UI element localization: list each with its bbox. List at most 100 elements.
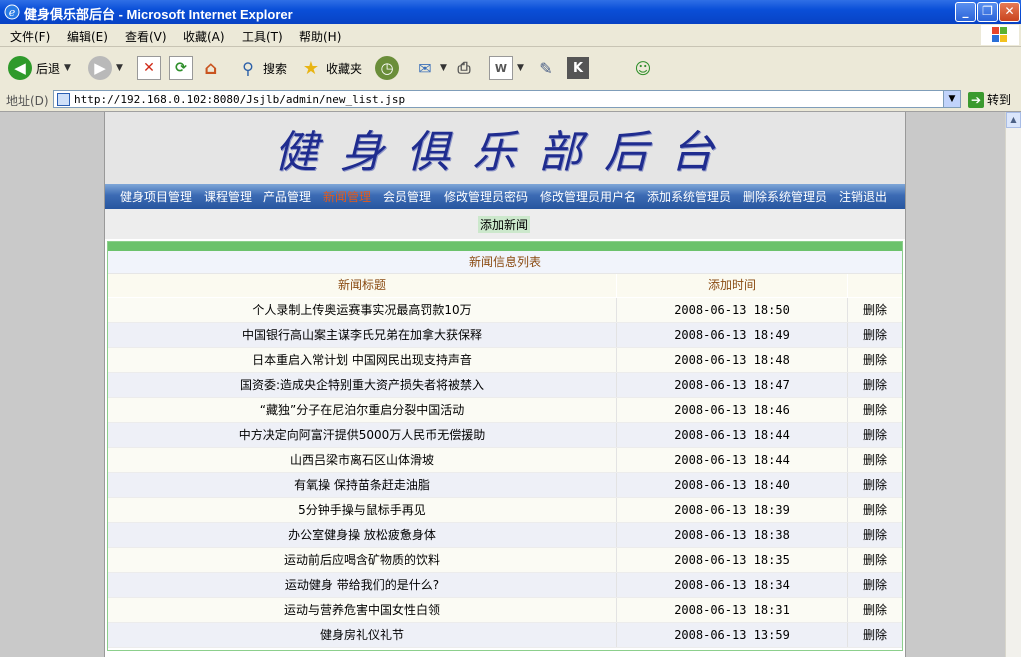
table-row: 有氧操 保持苗条赶走油脂 2008-06-13 18:40 删除 bbox=[108, 473, 902, 498]
nav-news[interactable]: 新闻管理 bbox=[323, 188, 371, 205]
title-bar: e 健身俱乐部后台 - Microsoft Internet Explorer … bbox=[0, 0, 1021, 24]
toolbar: ◀ 后退 ▼ ▶ ▼ ✕ ⟳ ⌂ ⚲ 搜索 ★ 收藏夹 ◷ ✉ ▼ ⎙ W ▼ … bbox=[0, 47, 1021, 90]
delete-link[interactable]: 删除 bbox=[848, 498, 902, 522]
mail-button[interactable]: ✉ ▼ bbox=[414, 55, 447, 81]
menu-edit[interactable]: 编辑(E) bbox=[67, 28, 108, 45]
home-button[interactable]: ⌂ bbox=[200, 55, 222, 81]
delete-link[interactable]: 删除 bbox=[848, 598, 902, 622]
table-row: 运动健身 带给我们的是什么? 2008-06-13 18:34 删除 bbox=[108, 573, 902, 598]
nav-add-admin[interactable]: 添加系统管理员 bbox=[647, 188, 731, 205]
go-arrow-icon: ➔ bbox=[968, 91, 984, 108]
table-row: 办公室健身操 放松疲惫身体 2008-06-13 18:38 删除 bbox=[108, 523, 902, 548]
table-row: 5分钟手操与鼠标手再见 2008-06-13 18:39 删除 bbox=[108, 498, 902, 523]
refresh-button[interactable]: ⟳ bbox=[169, 55, 193, 81]
news-title-cell: “藏独”分子在尼泊尔重启分裂中国活动 bbox=[259, 403, 465, 417]
menu-help[interactable]: 帮助(H) bbox=[299, 28, 341, 45]
address-input[interactable]: http://192.168.0.102:8080/Jsjlb/admin/ne… bbox=[53, 90, 961, 108]
list-top-strip bbox=[108, 242, 902, 251]
go-label: 转到 bbox=[987, 93, 1012, 107]
delete-link[interactable]: 删除 bbox=[848, 298, 902, 322]
k-button[interactable]: K bbox=[567, 55, 589, 81]
favorites-button[interactable]: ★ 收藏夹 bbox=[300, 55, 362, 81]
menu-file[interactable]: 文件(F) bbox=[10, 28, 50, 45]
delete-link[interactable]: 删除 bbox=[848, 523, 902, 547]
nav-products[interactable]: 产品管理 bbox=[263, 188, 311, 205]
stop-icon: ✕ bbox=[137, 56, 161, 80]
scroll-up-icon[interactable]: ▲ bbox=[1006, 112, 1021, 128]
window-title: 健身俱乐部后台 - Microsoft Internet Explorer bbox=[24, 7, 293, 22]
menu-favorites[interactable]: 收藏(A) bbox=[183, 28, 225, 45]
delete-link[interactable]: 删除 bbox=[848, 473, 902, 497]
table-row: 运动与营养危害中国女性白领 2008-06-13 18:31 删除 bbox=[108, 598, 902, 623]
news-time-cell: 2008-06-13 18:44 bbox=[674, 453, 790, 467]
nav-logout[interactable]: 注销退出 bbox=[839, 188, 887, 205]
news-title-cell: 国资委:造成央企特别重大资产损失者将被禁入 bbox=[239, 378, 485, 392]
vertical-scrollbar[interactable]: ▲ bbox=[1005, 112, 1021, 657]
discuss-icon: ✎ bbox=[539, 58, 553, 78]
forward-button[interactable]: ▶ ▼ bbox=[88, 55, 123, 81]
delete-link[interactable]: 删除 bbox=[848, 373, 902, 397]
news-time-cell: 2008-06-13 18:40 bbox=[674, 478, 790, 492]
history-icon: ◷ bbox=[375, 56, 399, 80]
address-dropdown-icon[interactable]: ▼ bbox=[943, 91, 960, 107]
delete-link[interactable]: 删除 bbox=[848, 348, 902, 372]
chevron-down-icon[interactable]: ▼ bbox=[440, 63, 447, 73]
table-row: “藏独”分子在尼泊尔重启分裂中国活动 2008-06-13 18:46 删除 bbox=[108, 398, 902, 423]
table-row: 中国银行高山案主谋李氏兄弟在加拿大获保释 2008-06-13 18:49 删除 bbox=[108, 323, 902, 348]
messenger-icon: ☺ bbox=[634, 58, 652, 78]
header-news-title: 新闻标题 bbox=[108, 274, 616, 297]
table-row: 山西吕梁市离石区山体滑坡 2008-06-13 18:44 删除 bbox=[108, 448, 902, 473]
news-time-cell: 2008-06-13 13:59 bbox=[674, 628, 790, 642]
page-icon bbox=[57, 93, 70, 106]
back-button[interactable]: ◀ 后退 ▼ bbox=[8, 55, 71, 81]
discuss-button[interactable]: ✎ bbox=[535, 55, 557, 81]
back-label: 后退 bbox=[36, 61, 61, 76]
delete-link[interactable]: 删除 bbox=[848, 573, 902, 597]
mail-icon: ✉ bbox=[418, 58, 432, 78]
minimize-button[interactable]: _ bbox=[955, 2, 976, 22]
delete-link[interactable]: 删除 bbox=[848, 448, 902, 472]
edit-button[interactable]: W ▼ bbox=[489, 55, 524, 81]
print-button[interactable]: ⎙ bbox=[453, 55, 475, 81]
nav-members[interactable]: 会员管理 bbox=[383, 188, 431, 205]
menu-view[interactable]: 查看(V) bbox=[125, 28, 167, 45]
add-news-link[interactable]: 添加新闻 bbox=[478, 216, 531, 233]
search-label: 搜索 bbox=[263, 61, 288, 76]
search-button[interactable]: ⚲ 搜索 bbox=[237, 55, 287, 81]
chevron-down-icon[interactable]: ▼ bbox=[64, 63, 71, 73]
news-time-cell: 2008-06-13 18:35 bbox=[674, 553, 790, 567]
close-button[interactable]: ✕ bbox=[999, 2, 1020, 22]
history-button[interactable]: ◷ bbox=[375, 55, 399, 81]
header-add-time: 添加时间 bbox=[617, 274, 847, 297]
table-row: 国资委:造成央企特别重大资产损失者将被禁入 2008-06-13 18:47 删除 bbox=[108, 373, 902, 398]
address-label: 地址(D) bbox=[6, 94, 49, 108]
delete-link[interactable]: 删除 bbox=[848, 398, 902, 422]
delete-link[interactable]: 删除 bbox=[848, 623, 902, 647]
maximize-button[interactable]: ❐ bbox=[977, 2, 998, 22]
go-button[interactable]: ➔ 转到 bbox=[968, 91, 1011, 108]
back-icon: ◀ bbox=[8, 56, 32, 80]
nav-delete-admin[interactable]: 删除系统管理员 bbox=[743, 188, 827, 205]
nav-courses[interactable]: 课程管理 bbox=[204, 188, 252, 205]
delete-link[interactable]: 删除 bbox=[848, 323, 902, 347]
delete-link[interactable]: 删除 bbox=[848, 423, 902, 447]
menu-bar: 文件(F) 编辑(E) 查看(V) 收藏(A) 工具(T) 帮助(H) bbox=[0, 24, 1021, 47]
delete-link[interactable]: 删除 bbox=[848, 548, 902, 572]
sub-bar: 添加新闻 bbox=[105, 209, 905, 239]
menu-tools[interactable]: 工具(T) bbox=[242, 28, 283, 45]
news-time-cell: 2008-06-13 18:39 bbox=[674, 503, 790, 517]
address-bar: 地址(D) http://192.168.0.102:8080/Jsjlb/ad… bbox=[0, 89, 1021, 112]
chevron-down-icon[interactable]: ▼ bbox=[517, 63, 524, 73]
news-title-cell: 5分钟手操与鼠标手再见 bbox=[298, 503, 426, 517]
favorites-icon: ★ bbox=[302, 57, 320, 79]
table-row: 中方决定向阿富汗提供5000万人民币无偿援助 2008-06-13 18:44 删除 bbox=[108, 423, 902, 448]
nav-change-admin-username[interactable]: 修改管理员用户名 bbox=[540, 188, 636, 205]
news-time-cell: 2008-06-13 18:47 bbox=[674, 378, 790, 392]
browser-viewport: 健身俱乐部后台 健身项目管理 课程管理 产品管理 新闻管理 会员管理 修改管理员… bbox=[0, 112, 1005, 657]
messenger-button[interactable]: ☺ bbox=[632, 55, 654, 81]
chevron-down-icon[interactable]: ▼ bbox=[116, 63, 123, 73]
nav-fitness-projects[interactable]: 健身项目管理 bbox=[120, 188, 192, 205]
page-content: 健身俱乐部后台 健身项目管理 课程管理 产品管理 新闻管理 会员管理 修改管理员… bbox=[104, 112, 906, 657]
nav-change-admin-password[interactable]: 修改管理员密码 bbox=[444, 188, 528, 205]
stop-button[interactable]: ✕ bbox=[137, 55, 161, 81]
